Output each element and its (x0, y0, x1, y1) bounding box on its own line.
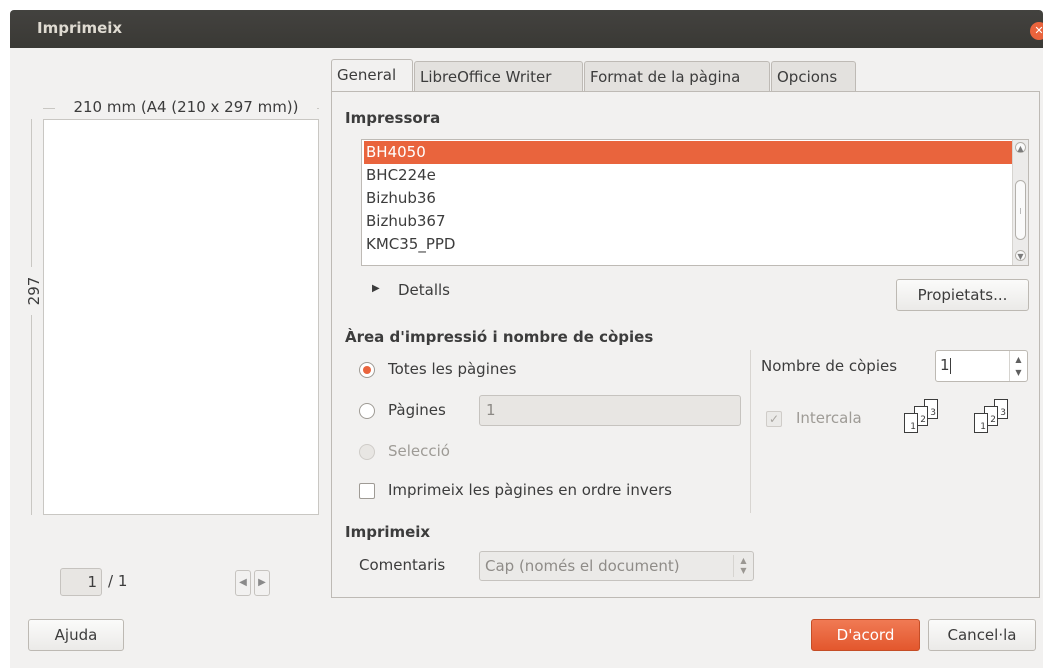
chevron-right-icon: ▶ (258, 577, 266, 588)
next-page-button[interactable]: ▶ (254, 570, 270, 596)
comments-value: Cap (només el document) (485, 557, 680, 575)
all-pages-radio[interactable] (359, 362, 375, 378)
help-button[interactable]: Ajuda (28, 619, 124, 651)
properties-button[interactable]: Propietats... (896, 279, 1029, 311)
window-title: Imprimeix (37, 19, 123, 37)
paper-height-line (31, 119, 32, 515)
expander-arrow-icon[interactable]: ▶ (372, 283, 380, 294)
collated-pages-icon: 3 2 1 (902, 399, 954, 437)
ok-button[interactable]: D'acord (811, 619, 920, 651)
uncollated-pages-icon: 3 2 1 (972, 399, 1024, 437)
page-number-input[interactable]: 1 (60, 568, 102, 596)
tab-page-format[interactable]: Format de la pàgina (584, 61, 770, 92)
printer-list[interactable]: BH4050 BHC224e Bizhub36 Bizhub367 KMC35_… (361, 139, 1029, 266)
selection-radio[interactable] (359, 444, 375, 460)
tab-general[interactable]: General (331, 59, 413, 92)
printer-item[interactable]: BH4050 (364, 141, 1012, 164)
comments-label: Comentaris (359, 556, 446, 574)
collate-checkbox[interactable]: ✓ (766, 411, 782, 427)
details-expander[interactable]: Detalls (398, 281, 450, 299)
title-bar[interactable]: Imprimeix ✕ (10, 10, 1043, 48)
scroll-down-icon[interactable]: ▼ (1015, 250, 1026, 261)
page-preview (43, 119, 319, 515)
all-pages-label[interactable]: Totes les pàgines (388, 360, 516, 378)
printer-section-title: Impressora (345, 109, 441, 127)
range-section-title: Àrea d'impressió i nombre de còpies (345, 328, 654, 346)
copies-value: 1 (940, 356, 950, 374)
previous-page-button[interactable]: ◀ (235, 570, 251, 596)
pages-label[interactable]: Pàgines (388, 401, 446, 419)
printer-item[interactable]: BHC224e (364, 164, 1012, 187)
page-total-label: / 1 (108, 572, 128, 590)
printer-item[interactable]: Bizhub367 (364, 210, 1012, 233)
print-section-title: Imprimeix (345, 523, 431, 541)
paper-size-label: 210 mm (A4 (210 x 297 mm)) (55, 98, 317, 116)
pages-input[interactable]: 1 (479, 395, 741, 426)
spin-arrows-icon[interactable]: ▲ ▼ (1009, 351, 1027, 381)
tab-libreoffice-writer[interactable]: LibreOffice Writer (414, 61, 583, 92)
selection-label[interactable]: Selecció (388, 442, 450, 460)
printer-item[interactable]: Bizhub36 (364, 187, 1012, 210)
range-divider (750, 350, 751, 513)
close-icon[interactable]: ✕ (1030, 22, 1043, 40)
printer-list-scrollbar[interactable]: ▲ ▼ (1012, 140, 1028, 265)
comments-select[interactable]: Cap (només el document) ▲ ▼ (479, 551, 754, 581)
reverse-order-label[interactable]: Imprimeix les pàgines en ordre invers (388, 481, 672, 499)
copies-label: Nombre de còpies (761, 357, 898, 375)
chevron-left-icon: ◀ (239, 577, 247, 588)
printer-item[interactable]: KMC35_PPD (364, 233, 1012, 256)
tab-options[interactable]: Opcions (771, 61, 856, 92)
reverse-order-checkbox[interactable] (359, 483, 375, 499)
pages-radio[interactable] (359, 403, 375, 419)
collate-label[interactable]: Intercala (796, 409, 862, 427)
scroll-up-icon[interactable]: ▲ (1015, 142, 1026, 153)
scroll-thumb[interactable] (1015, 180, 1026, 240)
text-caret (950, 358, 951, 374)
cancel-button[interactable]: Cancel·la (928, 619, 1036, 651)
combo-arrows-icon: ▲ ▼ (733, 555, 753, 577)
copies-spinner[interactable]: 1 ▲ ▼ (935, 350, 1028, 382)
print-dialog: Imprimeix ✕ 210 mm (A4 (210 x 297 mm)) 2… (10, 10, 1043, 668)
